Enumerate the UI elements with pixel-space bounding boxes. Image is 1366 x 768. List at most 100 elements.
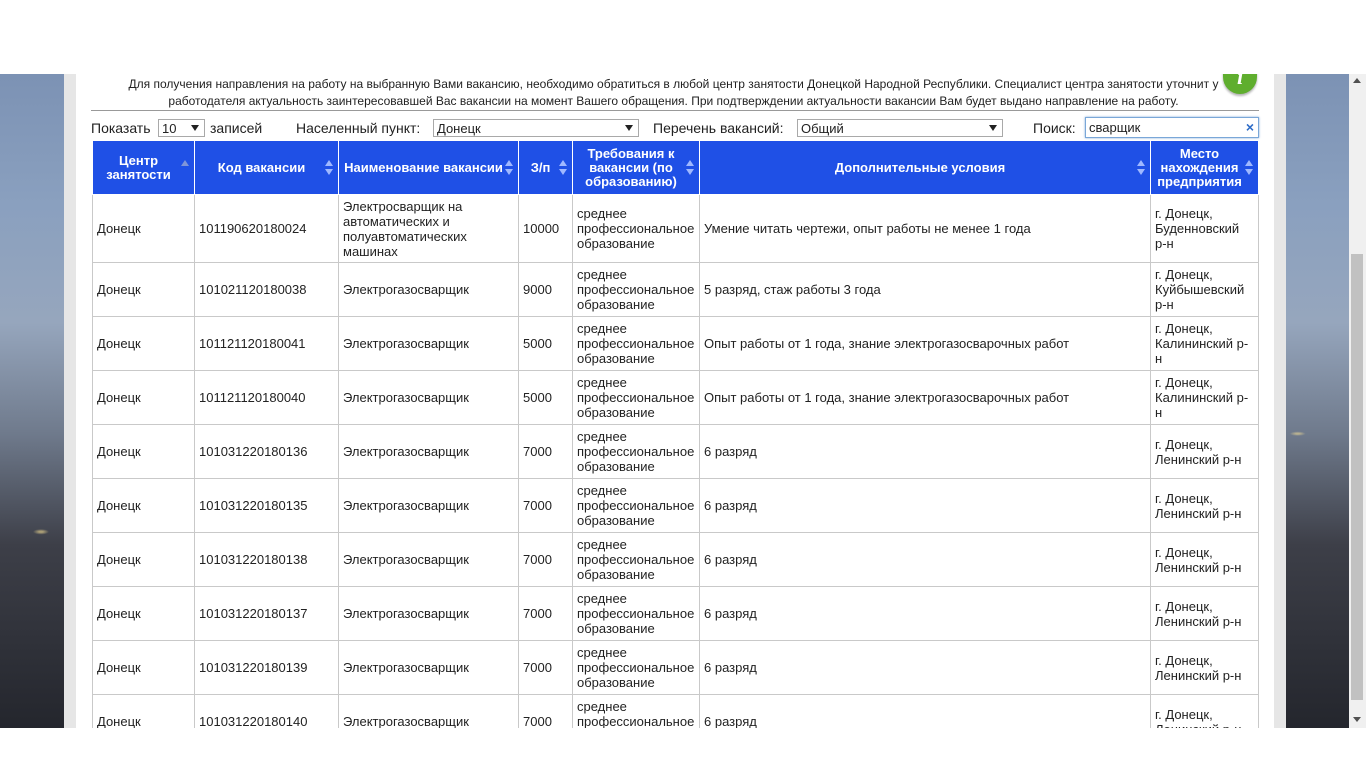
column-header-conditions[interactable]: Дополнительные условия xyxy=(699,140,1151,195)
cell-code: 101121120180041 xyxy=(194,316,339,371)
cell-salary: 10000 xyxy=(518,194,573,263)
cell-requirements: среднее профессиональное образование xyxy=(572,694,700,728)
cell-salary: 7000 xyxy=(518,586,573,641)
scroll-down-icon[interactable] xyxy=(1353,717,1361,722)
cell-salary: 7000 xyxy=(518,640,573,695)
table-row[interactable]: Донецк 101121120180040 Электрогазосварщик 5… xyxy=(92,370,1259,425)
cell-location: г. Донецк, Калининский р-н xyxy=(1150,370,1259,425)
column-header-label: Наименование вакансии xyxy=(344,159,503,175)
cell-code: 101031220180136 xyxy=(194,424,339,479)
cell-conditions: 6 разряд xyxy=(699,532,1151,587)
cell-name: Электрогазосварщик xyxy=(338,586,519,641)
column-header-salary[interactable]: З/п xyxy=(518,140,573,195)
column-header-label: Требования к вакансии (по образованию) xyxy=(585,145,677,189)
column-header-center[interactable]: Центр занятости xyxy=(92,140,195,195)
cell-location: г. Донецк, Ленинский р-н xyxy=(1150,586,1259,641)
cell-salary: 7000 xyxy=(518,478,573,533)
cell-salary: 7000 xyxy=(518,424,573,479)
page-size-value: 10 xyxy=(162,121,177,136)
column-header-code[interactable]: Код вакансии xyxy=(194,140,339,195)
cell-name: Электрогазосварщик xyxy=(338,532,519,587)
cell-location: г. Донецк, Ленинский р-н xyxy=(1150,640,1259,695)
cell-requirements: среднее профессиональное образование xyxy=(572,424,700,479)
cell-requirements: среднее профессиональное образование xyxy=(572,370,700,425)
cell-center: Донецк xyxy=(92,262,195,317)
close-icon[interactable]: × xyxy=(1246,118,1254,137)
vacancy-list-select[interactable]: Общий xyxy=(797,119,1003,137)
cell-code: 101031220180139 xyxy=(194,640,339,695)
table-body: Донецк 101190620180024 Электросварщик на а… xyxy=(92,194,1259,728)
cell-center: Донецк xyxy=(92,694,195,728)
column-header-requirements[interactable]: Требования к вакансии (по образованию) xyxy=(572,140,700,195)
sort-icon xyxy=(1245,160,1254,176)
sort-icon xyxy=(325,160,334,176)
cell-conditions: 6 разряд xyxy=(699,586,1151,641)
cell-requirements: среднее профессиональное образование xyxy=(572,532,700,587)
cell-center: Донецк xyxy=(92,586,195,641)
table-row[interactable]: Донецк 101031220180136 Электрогазосварщик 7… xyxy=(92,424,1259,479)
table-row[interactable]: Донецк 101031220180139 Электрогазосварщик 7… xyxy=(92,640,1259,695)
table-row[interactable]: Донецк 101190620180024 Электросварщик на а… xyxy=(92,194,1259,263)
sort-icon xyxy=(559,160,568,176)
cell-location: г. Донецк, Ленинский р-н xyxy=(1150,478,1259,533)
table-header-row: Центр занятости Код вакансии Наименовани… xyxy=(92,140,1259,195)
cell-location: г. Донецк, Ленинский р-н xyxy=(1150,424,1259,479)
cell-name: Электрогазосварщик xyxy=(338,316,519,371)
cell-location: г. Донецк, Ленинский р-н xyxy=(1150,532,1259,587)
chevron-down-icon xyxy=(989,125,997,131)
cell-name: Электрогазосварщик xyxy=(338,478,519,533)
cell-code: 101031220180137 xyxy=(194,586,339,641)
cell-conditions: 5 разряд, стаж работы 3 года xyxy=(699,262,1151,317)
cell-location: г. Донецк, Буденновский р-н xyxy=(1150,194,1259,263)
cell-center: Донецк xyxy=(92,316,195,371)
show-label: Показать xyxy=(91,120,151,136)
search-input[interactable]: сварщик × xyxy=(1085,117,1259,138)
cell-center: Донецк xyxy=(92,640,195,695)
cell-location: г. Донецк, Калининский р-н xyxy=(1150,316,1259,371)
cell-salary: 5000 xyxy=(518,370,573,425)
cell-conditions: Умение читать чертежи, опыт работы не ме… xyxy=(699,194,1151,263)
vacancies-table: Центр занятости Код вакансии Наименовани… xyxy=(92,140,1259,728)
page-size-select[interactable]: 10 xyxy=(158,119,205,137)
cell-code: 101031220180138 xyxy=(194,532,339,587)
sort-icon xyxy=(505,160,514,176)
column-header-label: Дополнительные условия xyxy=(834,159,1006,175)
search-value: сварщик xyxy=(1089,120,1141,135)
cell-salary: 5000 xyxy=(518,316,573,371)
cell-conditions: 6 разряд xyxy=(699,694,1151,728)
column-header-label: Код вакансии xyxy=(217,159,306,175)
cell-center: Донецк xyxy=(92,194,195,263)
table-controls: Показать 10 записей Населенный пункт: До… xyxy=(91,117,1259,139)
table-row[interactable]: Донецк 101031220180138 Электрогазосварщик 7… xyxy=(92,532,1259,587)
table-row[interactable]: Донецк 101031220180140 Электрогазосварщик 7… xyxy=(92,694,1259,728)
cell-salary: 9000 xyxy=(518,262,573,317)
vacancy-list-value: Общий xyxy=(801,121,844,136)
column-header-label: З/п xyxy=(530,159,551,175)
scrollbar[interactable] xyxy=(1349,74,1366,728)
column-header-name[interactable]: Наименование вакансии xyxy=(338,140,519,195)
scroll-up-icon[interactable] xyxy=(1353,78,1361,83)
column-header-location[interactable]: Место нахождения предприятия xyxy=(1150,140,1259,195)
table-row[interactable]: Донецк 101021120180038 Электрогазосварщик 9… xyxy=(92,262,1259,317)
cell-name: Электрогазосварщик xyxy=(338,262,519,317)
cell-requirements: среднее профессиональное образование xyxy=(572,316,700,371)
cell-requirements: среднее профессиональное образование xyxy=(572,194,700,263)
cell-requirements: среднее профессиональное образование xyxy=(572,586,700,641)
scroll-thumb[interactable] xyxy=(1351,254,1363,700)
cell-name: Электрогазосварщик xyxy=(338,370,519,425)
table-row[interactable]: Донецк 101121120180041 Электрогазосварщик 5… xyxy=(92,316,1259,371)
cell-name: Электрогазосварщик xyxy=(338,694,519,728)
chevron-down-icon xyxy=(191,125,199,131)
records-label: записей xyxy=(210,120,263,136)
cell-center: Донецк xyxy=(92,424,195,479)
locality-select[interactable]: Донецк xyxy=(433,119,639,137)
table-row[interactable]: Донецк 101031220180137 Электрогазосварщик 7… xyxy=(92,586,1259,641)
sort-icon xyxy=(1137,160,1146,176)
chevron-down-icon xyxy=(625,125,633,131)
cell-center: Донецк xyxy=(92,532,195,587)
cell-conditions: 6 разряд xyxy=(699,424,1151,479)
table-row[interactable]: Донецк 101031220180135 Электрогазосварщик 7… xyxy=(92,478,1259,533)
cell-code: 101121120180040 xyxy=(194,370,339,425)
sort-icon xyxy=(686,160,695,176)
cell-code: 101021120180038 xyxy=(194,262,339,317)
